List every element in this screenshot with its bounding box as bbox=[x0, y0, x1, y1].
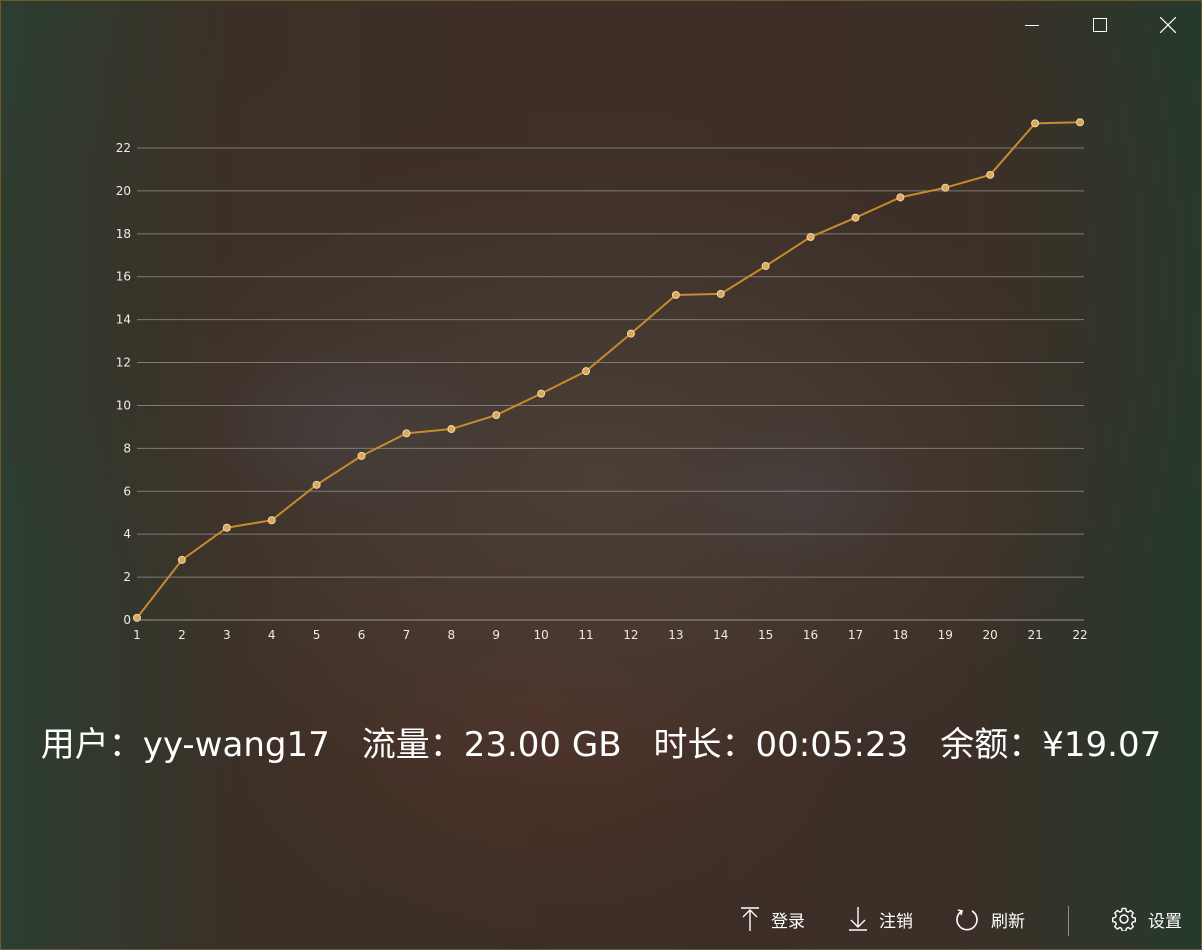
data-point bbox=[582, 367, 591, 376]
data-point bbox=[896, 193, 905, 202]
series-points bbox=[133, 118, 1084, 622]
data-point bbox=[1031, 119, 1040, 128]
refresh-icon bbox=[956, 909, 978, 931]
login-label: 登录 bbox=[771, 911, 805, 932]
logout-label: 注销 bbox=[879, 911, 913, 932]
login-button[interactable]: 登录 bbox=[741, 896, 805, 942]
y-tick-label: 14 bbox=[116, 313, 131, 327]
y-tick-label: 20 bbox=[116, 184, 131, 198]
x-axis-ticks: 1 2 3 4 5 6 7 8 9 10 11 12 13 14 15 16 17 18 19 20 21 22 bbox=[133, 628, 1087, 642]
y-tick-label: 10 bbox=[116, 398, 131, 412]
x-tick-label: 22 bbox=[1072, 628, 1087, 642]
y-tick-label: 18 bbox=[116, 227, 131, 241]
x-tick-label: 5 bbox=[313, 628, 321, 642]
y-axis-ticks: 0 2 4 6 8 10 12 14 16 18 20 22 bbox=[116, 141, 131, 627]
balance-info: 余额：¥19.07 bbox=[940, 725, 1162, 765]
y-tick-label: 12 bbox=[116, 356, 131, 370]
data-point bbox=[447, 425, 456, 434]
x-tick-label: 4 bbox=[268, 628, 276, 642]
y-tick-label: 0 bbox=[123, 613, 131, 627]
x-tick-label: 10 bbox=[534, 628, 549, 642]
data-point bbox=[312, 480, 321, 489]
user-info: 用户：yy-wang17 bbox=[40, 725, 330, 765]
x-tick-label: 20 bbox=[983, 628, 998, 642]
bottom-toolbar: 登录 注销 刷新 设置 bbox=[0, 896, 1202, 942]
gear-icon bbox=[1112, 907, 1136, 931]
data-point bbox=[716, 289, 725, 298]
x-tick-label: 15 bbox=[758, 628, 773, 642]
data-point bbox=[537, 389, 546, 398]
x-tick-label: 17 bbox=[848, 628, 863, 642]
data-point bbox=[671, 290, 680, 299]
x-tick-label: 6 bbox=[358, 628, 366, 642]
x-tick-label: 7 bbox=[403, 628, 411, 642]
chart-grid bbox=[137, 147, 1084, 621]
x-tick-label: 11 bbox=[578, 628, 593, 642]
x-tick-label: 13 bbox=[668, 628, 683, 642]
series-line bbox=[136, 121, 1081, 619]
x-tick-label: 9 bbox=[492, 628, 500, 642]
arrow-down-icon bbox=[849, 907, 867, 931]
data-point bbox=[357, 451, 366, 460]
arrow-up-icon bbox=[741, 907, 759, 931]
y-tick-label: 4 bbox=[123, 527, 131, 541]
x-tick-label: 12 bbox=[623, 628, 638, 642]
usage-line-chart: 0246810121416182022 1 2 3 4 5 6 7 8 9 10 11 12 13 14 1… bbox=[116, 118, 1088, 642]
x-tick-label: 19 bbox=[938, 628, 953, 642]
toolbar-divider bbox=[1068, 906, 1069, 936]
x-tick-label: 16 bbox=[803, 628, 818, 642]
data-point bbox=[267, 516, 276, 525]
y-tick-label: 22 bbox=[116, 141, 131, 155]
y-tick-label: 16 bbox=[116, 270, 131, 284]
refresh-label: 刷新 bbox=[991, 911, 1025, 932]
data-point bbox=[761, 262, 770, 270]
data-point bbox=[806, 233, 815, 242]
data-point bbox=[222, 523, 231, 532]
data-point bbox=[851, 213, 860, 222]
data-point bbox=[941, 183, 950, 192]
x-tick-label: 14 bbox=[713, 628, 728, 642]
y-tick-label: 6 bbox=[123, 484, 131, 498]
x-tick-label: 3 bbox=[223, 628, 231, 642]
y-tick-label: 8 bbox=[123, 441, 131, 455]
traffic-info: 流量：23.00 GB bbox=[361, 725, 622, 765]
settings-button[interactable]: 设置 bbox=[1112, 896, 1182, 942]
duration-info: 时长：00:05:23 bbox=[653, 725, 909, 765]
x-tick-label: 1 bbox=[133, 628, 141, 642]
x-tick-label: 21 bbox=[1027, 628, 1042, 642]
data-point bbox=[626, 329, 635, 338]
x-tick-label: 8 bbox=[448, 628, 456, 642]
y-tick-label: 2 bbox=[123, 570, 131, 584]
data-point bbox=[177, 555, 186, 564]
data-point bbox=[133, 613, 141, 622]
data-point bbox=[986, 170, 995, 179]
x-tick-label: 18 bbox=[893, 628, 908, 642]
settings-label: 设置 bbox=[1148, 911, 1182, 932]
data-point bbox=[492, 411, 501, 420]
data-point bbox=[1076, 118, 1084, 127]
data-point bbox=[402, 429, 411, 438]
status-info-bar: 用户：yy-wang17 流量：23.00 GB 时长：00:05:23 余额：… bbox=[0, 718, 1202, 772]
refresh-button[interactable]: 刷新 bbox=[955, 896, 1025, 942]
logout-button[interactable]: 注销 bbox=[849, 896, 913, 942]
x-tick-label: 2 bbox=[178, 628, 186, 642]
